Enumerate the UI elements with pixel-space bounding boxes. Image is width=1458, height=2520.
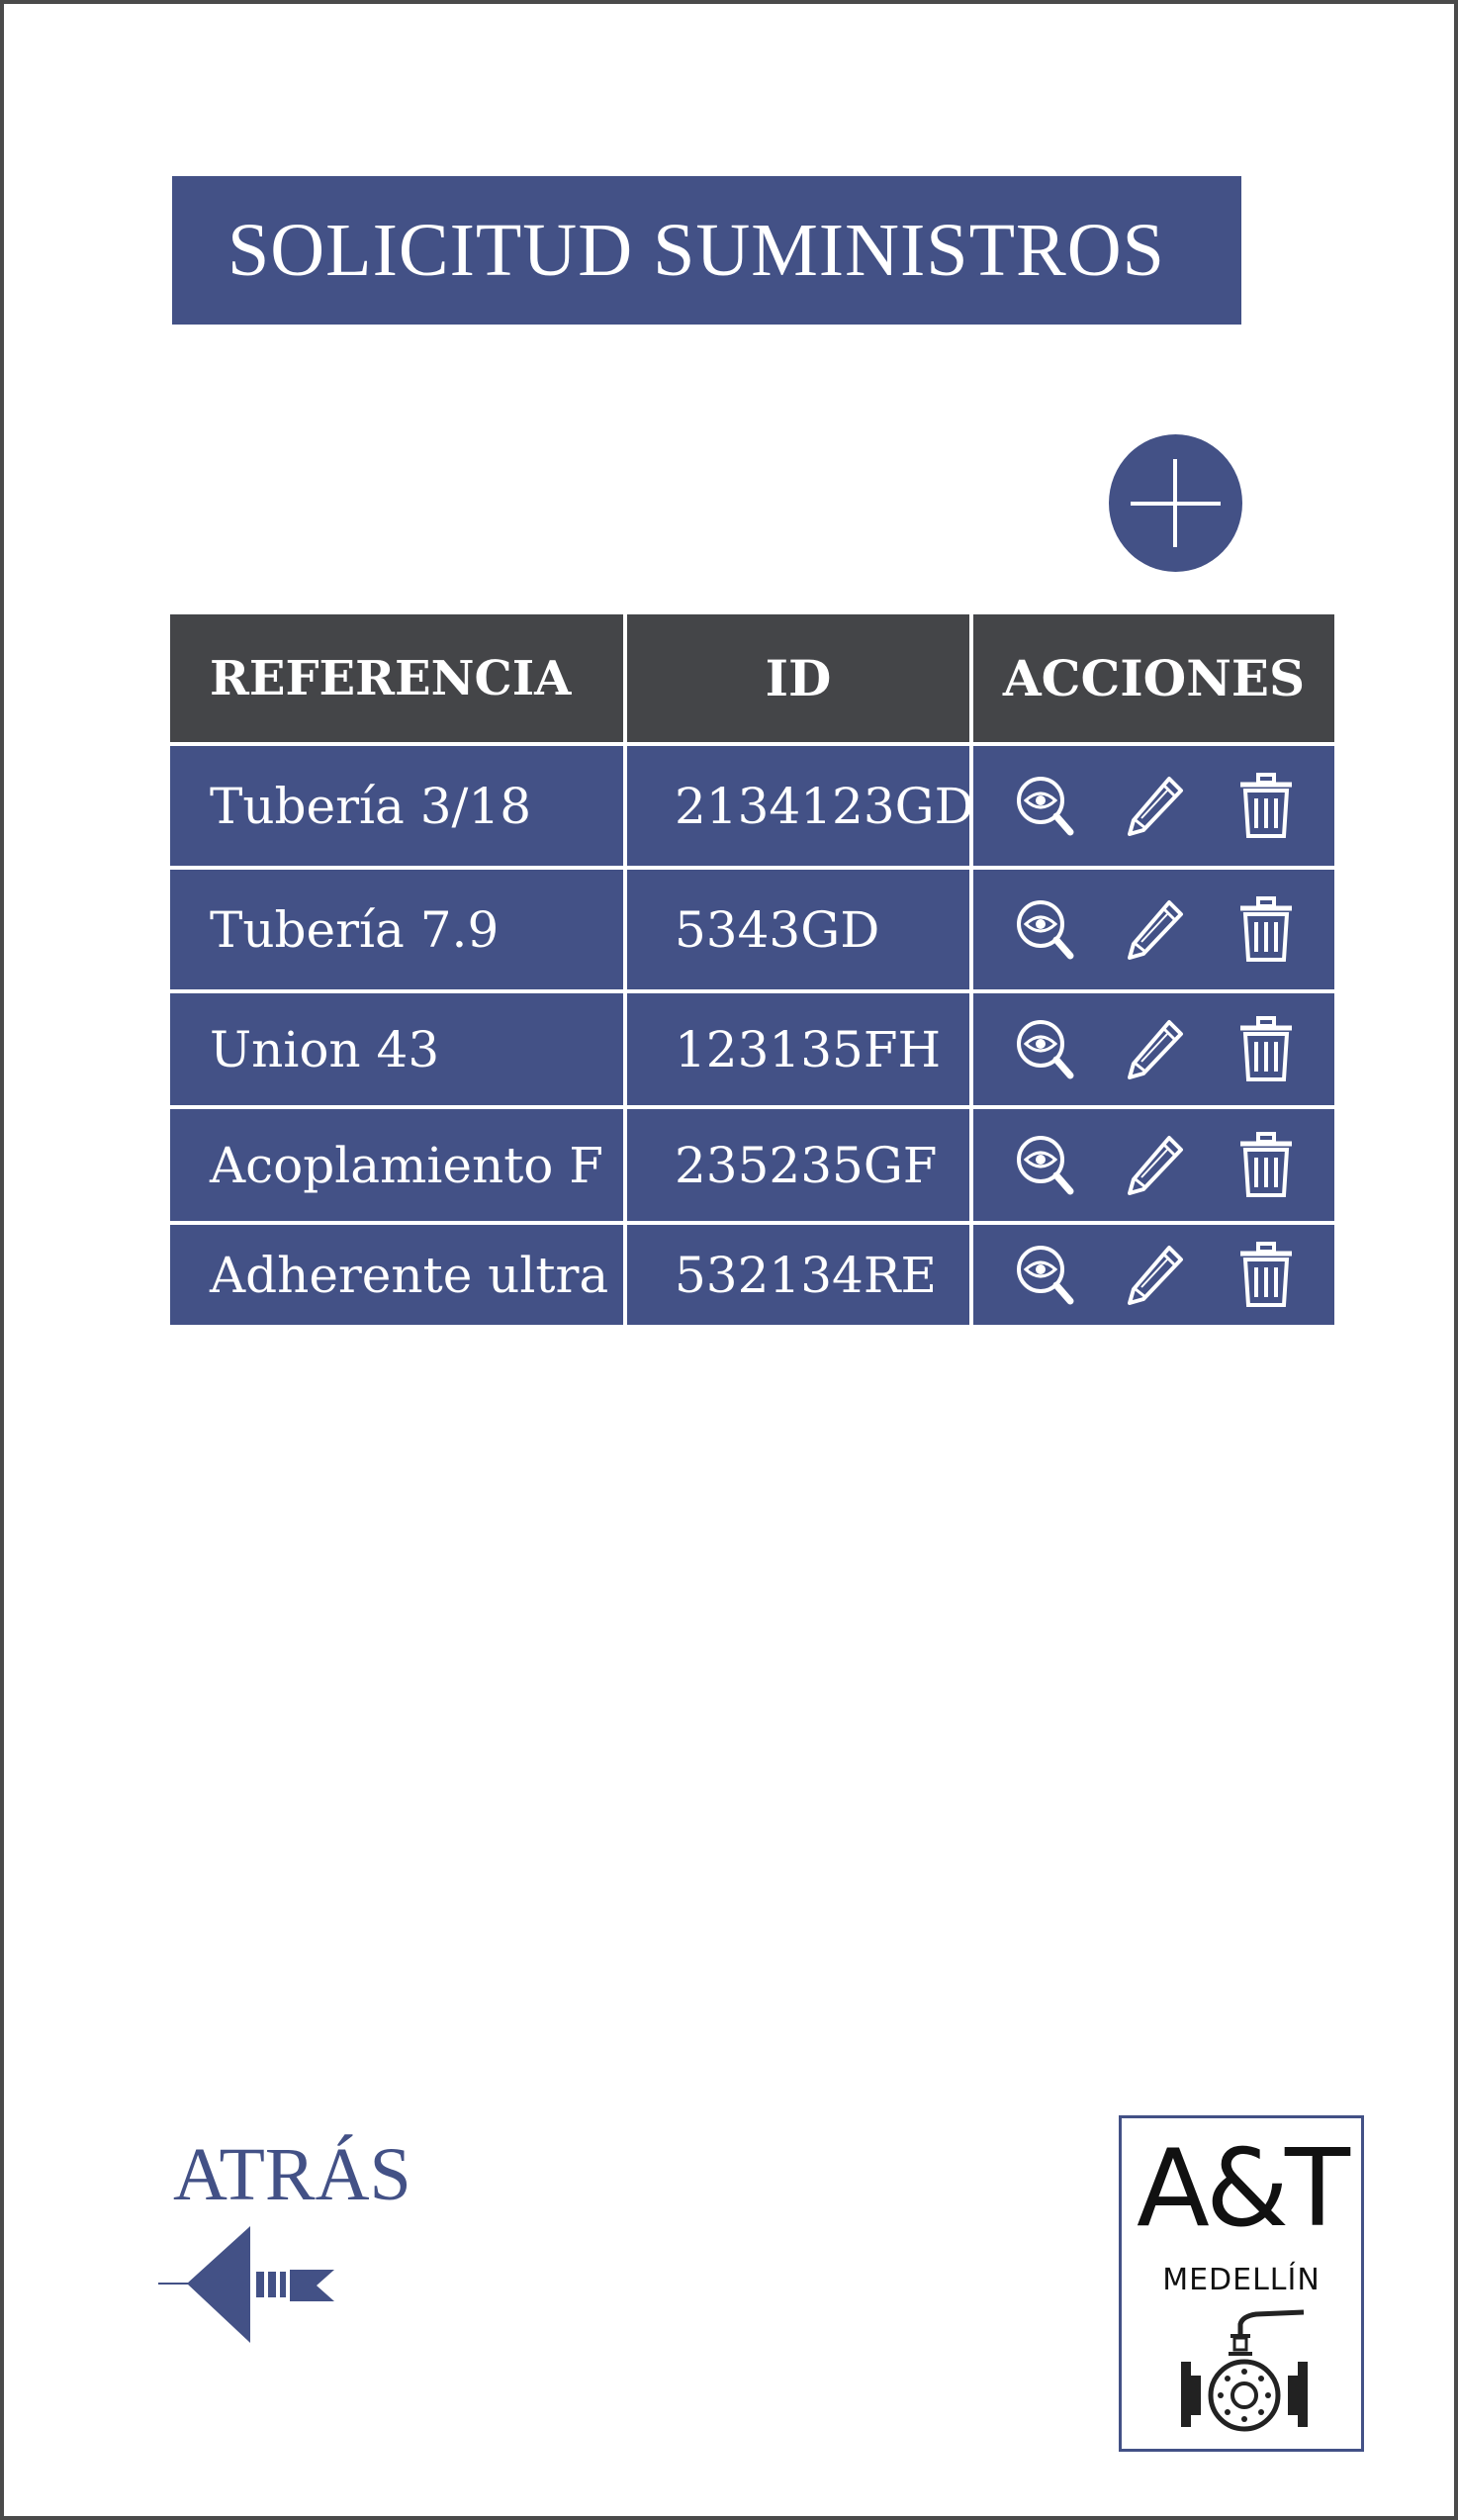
cell-referencia: Tubería 3/18 (170, 746, 627, 866)
view-icon[interactable] (1013, 1242, 1076, 1309)
column-header-id: ID (627, 614, 973, 742)
cell-acciones (973, 870, 1334, 989)
cell-referencia: Tubería 7.9 (170, 870, 627, 989)
edit-icon[interactable] (1124, 1132, 1187, 1199)
valve-icon (1181, 2309, 1308, 2432)
cell-referencia: Union 43 (170, 993, 627, 1105)
column-header-acciones: ACCIONES (973, 614, 1334, 742)
logo-text: A&T (1136, 2127, 1350, 2251)
edit-icon[interactable] (1124, 896, 1187, 964)
edit-icon[interactable] (1124, 1242, 1187, 1309)
column-header-referencia: REFERENCIA (170, 614, 627, 742)
view-icon[interactable] (1013, 1132, 1076, 1199)
table-row: Adherente ultra 532134RE (170, 1225, 1334, 1325)
view-icon[interactable] (1013, 896, 1076, 964)
cell-id: 235235GF (627, 1109, 973, 1221)
delete-icon[interactable] (1234, 895, 1298, 964)
table-row: Tubería 3/18 2134123GD (170, 746, 1334, 866)
cell-referencia: Acoplamiento F (170, 1109, 627, 1221)
cell-id: 532134RE (627, 1225, 973, 1325)
cell-acciones (973, 1225, 1334, 1325)
logo-subtext: MEDELLÍN (1162, 2263, 1321, 2297)
view-icon[interactable] (1013, 1016, 1076, 1083)
page-title: SOLICITUD SUMINISTROS (228, 208, 1165, 292)
delete-icon[interactable] (1234, 1241, 1298, 1309)
cell-acciones (973, 746, 1334, 866)
table-row: Union 43 123135FH (170, 993, 1334, 1105)
cell-id: 5343GD (627, 870, 973, 989)
cell-id: 2134123GD (627, 746, 974, 866)
arrow-left-icon (158, 2226, 334, 2343)
company-logo: A&T MEDELLÍN (1119, 2115, 1364, 2452)
plus-icon (1131, 459, 1221, 547)
cell-referencia: Adherente ultra (170, 1225, 627, 1325)
back-button[interactable] (158, 2222, 338, 2359)
edit-icon[interactable] (1124, 773, 1187, 840)
page-title-bar: SOLICITUD SUMINISTROS (172, 176, 1241, 325)
view-icon[interactable] (1013, 773, 1076, 840)
cell-id: 123135FH (627, 993, 973, 1105)
edit-icon[interactable] (1124, 1016, 1187, 1083)
delete-icon[interactable] (1234, 1015, 1298, 1083)
back-button-label[interactable]: ATRÁS (173, 2132, 411, 2218)
cell-acciones (973, 1109, 1334, 1221)
delete-icon[interactable] (1234, 1131, 1298, 1199)
add-button[interactable] (1109, 434, 1242, 572)
delete-icon[interactable] (1234, 772, 1298, 840)
table-row: Tubería 7.9 5343GD (170, 870, 1334, 989)
cell-acciones (973, 993, 1334, 1105)
table-row: Acoplamiento F 235235GF (170, 1109, 1334, 1221)
table-header-row: REFERENCIA ID ACCIONES (170, 614, 1334, 742)
